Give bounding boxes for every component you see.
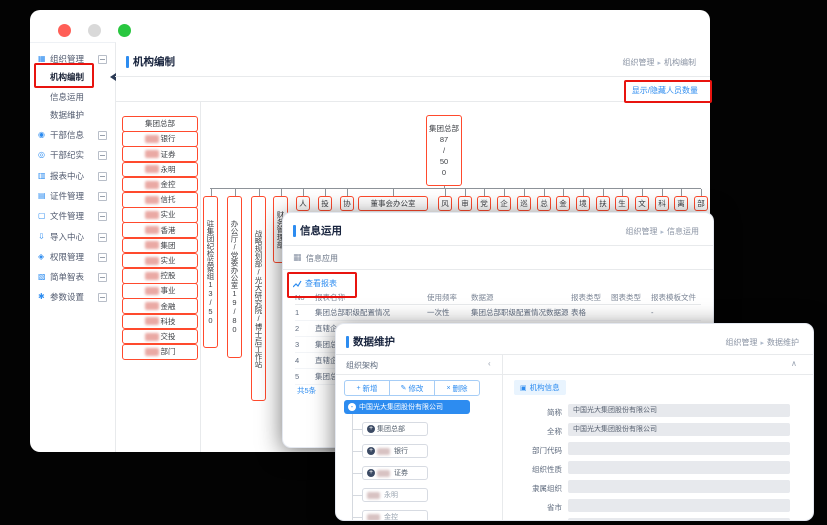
column-header: 报表名称 [315,292,427,303]
org-root-count: 87 [440,134,448,145]
field-label: 全称 [504,426,562,437]
org-node[interactable]: 科 [655,196,669,211]
org-node[interactable]: 总 [537,196,551,211]
field-input-省市[interactable] [568,499,790,512]
org-root-count: 50 [440,156,448,167]
connector [259,189,260,196]
org-node[interactable]: 离 [674,196,688,211]
section-label: 信息应用 [306,253,338,264]
title-accent-bar [293,225,296,237]
divider [283,245,713,246]
cell-template: - [651,308,701,317]
table-row[interactable]: 1集团总部职级配置情况一次性集团总部职级配置情况数据源表格 - [295,305,701,321]
table-header-row: No报表名称使用频率数据源报表类型图表类型报表模板文件 [295,291,701,305]
org-node[interactable]: 风 [438,196,452,211]
connector [642,189,643,196]
field-label: 部门代码 [504,445,562,456]
org-node[interactable]: 扶 [596,196,610,211]
divider [283,269,713,270]
org-node[interactable]: 文 [635,196,649,211]
org-root-count: 0 [442,167,446,178]
connector [325,189,326,196]
field-input-全称[interactable]: 中国光大集团股份有限公司 [568,423,790,436]
org-node[interactable]: 协 [340,196,354,211]
connector [544,189,545,196]
org-root-node[interactable]: 集团总部87/500 [426,115,462,186]
cell-source: 集团总部职级配置情况数据源 [471,307,571,318]
connector [603,189,604,196]
column-header: 报表类型 [571,292,611,303]
breadcrumb-parent[interactable]: 组织管理 [625,227,657,236]
column-header: 图表类型 [611,292,651,303]
breadcrumb-current: 信息运用 [667,227,699,236]
connector [681,189,682,196]
connector [303,189,304,196]
field-input-隶属组织[interactable] [568,480,790,493]
view-report-label: 查看报表 [305,278,337,289]
grid-icon: ▦ [293,252,302,263]
org-node[interactable]: 战略规划部/光大研究院/博士后工作站 [251,196,266,401]
connector [583,189,584,196]
cell-no: 2 [295,324,315,333]
cell-name: 集团总部职级配置情况 [315,307,427,318]
column-header: 使用频率 [427,292,471,303]
connector [701,189,702,196]
field-input-部门代码[interactable] [568,442,790,455]
org-node[interactable]: 境 [576,196,590,211]
data-maintenance-window: 数据维护 组织管理▸数据维护 组织架构 ‹ +新增✎修改×删除 -中国光大集团股… [335,323,814,521]
column-header: 报表模板文件 [651,292,701,303]
org-root-label: 集团总部 [429,123,459,134]
column-header: No [295,293,315,302]
connector [504,189,505,196]
table-footer-count: 共5条 [297,385,316,396]
connector [347,189,348,196]
org-node[interactable]: 办公厅/党委办公室19/80 [227,196,242,358]
connector [662,189,663,196]
connector [563,189,564,196]
field-label: 隶属组织 [504,483,562,494]
field-label: 组织性质 [504,464,562,475]
field-input-城市[interactable] [568,518,790,521]
info-window-title: 信息运用 [300,223,342,238]
breadcrumb-arrow-icon: ▸ [660,229,664,236]
view-report-button[interactable]: 查看报表 [293,278,337,289]
org-node[interactable]: 投 [318,196,332,211]
field-label: 省市 [504,502,562,513]
org-node[interactable]: 企 [497,196,511,211]
org-info-form: 简称中国光大集团股份有限公司全称中国光大集团股份有限公司部门代码组织性质隶属组织… [336,324,813,520]
org-node[interactable]: 人 [296,196,310,211]
field-input-简称[interactable]: 中国光大集团股份有限公司 [568,404,790,417]
connector [211,189,212,196]
column-header: 数据源 [471,292,571,303]
org-node[interactable]: 部 [694,196,708,211]
connector [393,189,394,196]
org-node[interactable]: 驻集团纪检监察组13/50 [203,196,218,348]
org-node[interactable]: 巡 [517,196,531,211]
connector [524,189,525,196]
field-input-组织性质[interactable] [568,461,790,474]
org-node[interactable]: 董事会办公室 [358,196,428,211]
connector [445,189,446,196]
cell-no: 3 [295,340,315,349]
connector [281,189,282,196]
field-label: 简称 [504,407,562,418]
cell-freq: 一次性 [427,307,471,318]
org-root-count: / [443,145,445,156]
connector [210,188,701,189]
cell-no: 5 [295,372,315,381]
connector [465,189,466,196]
cell-no: 1 [295,308,315,317]
chart-line-icon [293,280,302,288]
org-node[interactable]: 审 [458,196,472,211]
connector [235,189,236,196]
org-node[interactable]: 金 [556,196,570,211]
screenshot-stage: ▦组织管理机构编制信息运用数据维护◉干部信息◎干部纪实▥报表中心▤证件管理▢文件… [0,0,827,525]
org-node[interactable]: 党 [477,196,491,211]
cell-rtype: 表格 [571,307,611,318]
breadcrumb: 组织管理▸信息运用 [625,226,699,237]
connector [622,189,623,196]
connector [484,189,485,196]
org-node[interactable]: 生 [615,196,629,211]
cell-no: 4 [295,356,315,365]
